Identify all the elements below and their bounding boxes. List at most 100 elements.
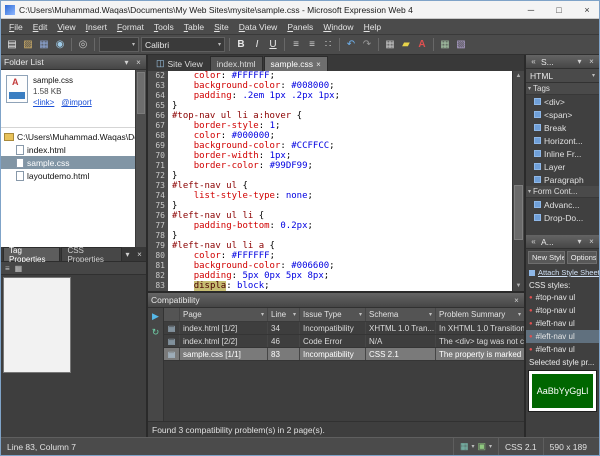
code-line-66[interactable]: 66#top-nav ul li a:hover { (148, 111, 512, 121)
close-button[interactable]: × (575, 1, 599, 18)
attach-style-sheet-link[interactable]: Attach Style Sheet (526, 266, 599, 279)
undo-icon[interactable]: ↶ (344, 37, 358, 52)
maximize-button[interactable]: □ (547, 1, 571, 18)
scrollbar-track[interactable] (513, 81, 524, 281)
toolbox-item-drop-do[interactable]: Drop-Do... (526, 211, 599, 224)
font-dropdown[interactable]: Calibri ▾ (141, 37, 225, 52)
categorized-icon[interactable]: ▦ (15, 264, 23, 273)
code-line-71[interactable]: 71 border-color: #99DF99; (148, 161, 512, 171)
tab-css-properties[interactable]: CSS Properties (61, 247, 122, 261)
link-tag-link[interactable]: <link> (33, 98, 54, 107)
code-line-72[interactable]: 72} (148, 171, 512, 181)
table-icon[interactable]: ▦ (438, 37, 452, 52)
tree-root[interactable]: C:\Users\Muhammad.Waqas\Documents\My Web… (1, 130, 135, 143)
toolbox-item-div[interactable]: <div> (526, 95, 599, 108)
column-header-schema[interactable]: Schema▾ (366, 308, 436, 321)
code-line-68[interactable]: 68 color: #000000; (148, 131, 512, 141)
options-button[interactable]: Options ▾ (567, 251, 597, 264)
column-header-line[interactable]: Line▾ (268, 308, 300, 321)
menu-item-data-view[interactable]: Data View (234, 20, 283, 34)
style-item-0[interactable]: ●#top-nav ul (526, 291, 599, 304)
scroll-up-icon[interactable]: ▲ (516, 71, 522, 81)
code-line-80[interactable]: 80 color: #FFFFFF; (148, 251, 512, 261)
find-icon[interactable]: ◎ (76, 37, 90, 52)
save-icon[interactable]: ▦ (37, 37, 51, 52)
dropdown-arrow-icon[interactable]: ▾ (471, 443, 474, 450)
code-line-64[interactable]: 64 padding: .2em 1px .2px 1px; (148, 91, 512, 101)
close-panel-icon[interactable]: × (587, 57, 596, 66)
image-icon[interactable]: ▧ (454, 37, 468, 52)
code-line-74[interactable]: 74 list-style-type: none; (148, 191, 512, 201)
menu-item-help[interactable]: Help (359, 20, 386, 34)
tree-item-index-html[interactable]: index.html (1, 143, 135, 156)
menu-item-panels[interactable]: Panels (282, 20, 318, 34)
style-item-4[interactable]: ●#left-nav ul (526, 343, 599, 356)
import-link[interactable]: @import (61, 98, 91, 107)
code-line-70[interactable]: 70 border-width: 1px; (148, 151, 512, 161)
align-center-icon[interactable]: ≡ (305, 37, 319, 52)
tab-tag-properties[interactable]: Tag Properties (3, 247, 60, 261)
menu-item-site[interactable]: Site (209, 20, 234, 34)
toolbox-section-form-cont[interactable]: ▾Form Cont... (526, 186, 599, 198)
new-style-button[interactable]: New Style... (528, 251, 565, 264)
style-dropdown[interactable]: ▾ (99, 37, 139, 52)
tree-item-sample-css[interactable]: sample.css (1, 156, 135, 169)
compat-row-sample-css-1-1[interactable]: ▤sample.css [1/1]83IncompatibilityCSS 2.… (164, 348, 524, 361)
menu-item-table[interactable]: Table (179, 20, 209, 34)
close-panel-icon[interactable]: × (587, 237, 596, 246)
panel-menu-icon[interactable]: ▾ (123, 250, 132, 259)
column-header-problem-summary[interactable]: Problem Summary▾ (436, 308, 524, 321)
status-schema[interactable]: CSS 2.1 (498, 438, 543, 455)
props-empty-grid[interactable] (3, 277, 71, 373)
menu-item-view[interactable]: View (52, 20, 80, 34)
code-line-83[interactable]: 83 displa: block; (148, 281, 512, 291)
folder-list-scrollbar[interactable] (135, 70, 146, 247)
code-line-75[interactable]: 75} (148, 201, 512, 211)
menu-item-format[interactable]: Format (112, 20, 149, 34)
scrollbar-thumb[interactable] (137, 72, 145, 114)
tab-sample-css[interactable]: sample.css× (264, 56, 328, 71)
menu-item-tools[interactable]: Tools (149, 20, 179, 34)
code-line-77[interactable]: 77 padding-bottom: 0.2px; (148, 221, 512, 231)
panel-menu-icon[interactable]: ▾ (575, 57, 584, 66)
menu-item-window[interactable]: Window (318, 20, 358, 34)
bullets-icon[interactable]: ∷ (321, 37, 335, 52)
toolbox-item-horizont[interactable]: Horizont... (526, 134, 599, 147)
redo-icon[interactable]: ↷ (360, 37, 374, 52)
code-line-73[interactable]: 73#left-nav ul { (148, 181, 512, 191)
column-header-issue-type[interactable]: Issue Type▾ (300, 308, 366, 321)
collapse-left-icon[interactable]: « (529, 57, 538, 66)
underline-icon[interactable]: U (266, 37, 280, 52)
code-line-81[interactable]: 81 background-color: #006600; (148, 261, 512, 271)
style-item-3[interactable]: ●#left-nav ul (526, 330, 599, 343)
visual-aids-icon[interactable]: ▦ (460, 441, 469, 452)
sort-az-icon[interactable]: ≡ (5, 264, 10, 273)
compat-row-index-html-1-2[interactable]: ▤index.html [1/2]34IncompatibilityXHTML … (164, 322, 524, 335)
menu-item-file[interactable]: File (4, 20, 28, 34)
close-tab-icon[interactable]: × (316, 60, 321, 69)
panel-menu-icon[interactable]: ▾ (122, 58, 131, 67)
toolbox-item-span[interactable]: <span> (526, 108, 599, 121)
minimize-button[interactable]: ─ (519, 1, 543, 18)
collapse-left-icon[interactable]: « (529, 237, 538, 246)
menu-item-edit[interactable]: Edit (28, 20, 53, 34)
tab-index-html[interactable]: index.html (210, 56, 263, 71)
new-document-icon[interactable]: ▤ (5, 37, 19, 52)
close-panel-icon[interactable]: × (134, 58, 143, 67)
tab-site-view[interactable]: ◫Site View (150, 56, 209, 71)
open-folder-icon[interactable]: ▨ (21, 37, 35, 52)
status-page-size[interactable]: 590 x 189 (543, 438, 593, 455)
italic-icon[interactable]: I (250, 37, 264, 52)
scroll-down-icon[interactable]: ▼ (516, 281, 522, 291)
column-header-page[interactable]: Page▾ (180, 308, 268, 321)
code-editor[interactable]: 62 color: #FFFFFF;63 background-color: #… (148, 71, 524, 291)
code-line-67[interactable]: 67 border-style: 1; (148, 121, 512, 131)
code-line-62[interactable]: 62 color: #FFFFFF; (148, 71, 512, 81)
compat-row-index-html-2-2[interactable]: ▤index.html [2/2]46Code ErrorN/AThe <div… (164, 335, 524, 348)
menu-item-insert[interactable]: Insert (81, 20, 112, 34)
close-panel-icon[interactable]: × (512, 296, 521, 305)
toolbox-item-paragraph[interactable]: Paragraph (526, 173, 599, 186)
toolbox-item-layer[interactable]: Layer (526, 160, 599, 173)
run-check-icon[interactable]: ▶ (152, 311, 159, 322)
bold-icon[interactable]: B (234, 37, 248, 52)
